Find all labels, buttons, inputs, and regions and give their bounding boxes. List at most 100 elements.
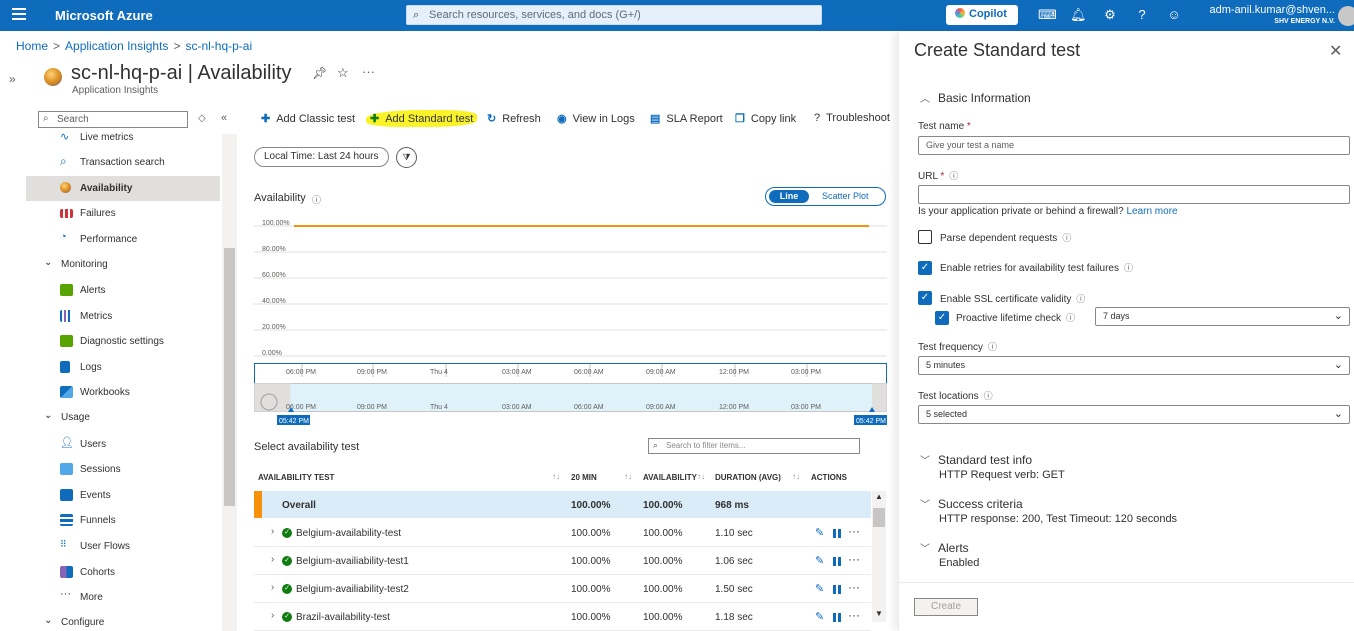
nav-group-configure[interactable]: ⌄ Configure	[26, 610, 220, 631]
section-alerts[interactable]: ﹀ Alerts	[920, 540, 969, 555]
scroll-up-icon[interactable]: ▲	[875, 492, 883, 501]
chevron-right-icon[interactable]: ›	[271, 526, 274, 537]
chevron-right-icon[interactable]: ›	[271, 554, 274, 565]
breadcrumb-home[interactable]: Home	[16, 39, 48, 53]
proactive-days-select[interactable]: 7 days ⌄	[1095, 307, 1350, 326]
cloud-shell-icon[interactable]: ⌨	[1038, 7, 1057, 23]
create-button[interactable]: Create	[914, 598, 978, 616]
copy-link-button[interactable]: ❐ Copy link	[735, 112, 796, 125]
nav-item-failures[interactable]: Failures	[26, 201, 220, 226]
feedback-icon[interactable]: ☺	[1166, 7, 1182, 23]
pause-icon[interactable]	[833, 557, 841, 566]
sort-icon[interactable]: ↑↓	[552, 472, 560, 481]
nav-search-input[interactable]: ⌕ Search	[38, 111, 188, 128]
add-filter-icon[interactable]: ⧩	[396, 147, 417, 168]
more-options-icon[interactable]: ···	[848, 608, 860, 622]
sort-icon[interactable]: ↑↓	[697, 472, 705, 481]
chevron-right-icon[interactable]: ›	[271, 610, 274, 621]
proactive-check-checkbox[interactable]: ✓	[935, 311, 949, 325]
section-standard-test-info[interactable]: ﹀ Standard test info	[920, 452, 1032, 467]
column-header-20min[interactable]: 20 MIN	[571, 473, 597, 482]
pause-icon[interactable]	[833, 529, 841, 538]
nav-item-users[interactable]: 👤︎ Users	[26, 432, 220, 457]
line-toggle-button[interactable]: Line	[769, 190, 809, 203]
edit-icon[interactable]: ✎	[815, 526, 824, 539]
more-options-icon[interactable]: ···	[848, 580, 860, 594]
table-row[interactable]: › ✓ Belgium-availiability-test2 100.00% 100.…	[254, 575, 871, 603]
nav-group-usage[interactable]: ⌄ Usage	[26, 405, 220, 430]
test-name-input[interactable]: Give your test a name	[918, 136, 1350, 155]
more-options-icon[interactable]: ···	[848, 524, 860, 538]
enable-ssl-checkbox[interactable]: ✓	[918, 291, 932, 305]
grid-scrollbar[interactable]: ▲ ▼	[872, 491, 886, 622]
section-basic-information[interactable]: ︿ Basic Information	[920, 90, 1031, 105]
chevron-right-icon[interactable]: ›	[271, 582, 274, 593]
scroll-down-icon[interactable]: ▼	[875, 609, 883, 618]
close-icon[interactable]: ✕	[1329, 41, 1342, 61]
add-standard-test-button[interactable]: ✚ Add Standard test	[366, 110, 478, 127]
edit-icon[interactable]: ✎	[815, 610, 824, 623]
table-row-overall[interactable]: Overall 100.00% 100.00% 968 ms	[254, 491, 871, 518]
nav-item-workbooks[interactable]: Workbooks	[26, 380, 220, 405]
table-row[interactable]: › ✓ Belgium-availability-test 100.00% 100.00…	[254, 519, 871, 547]
nav-item-diagnostic-settings[interactable]: Diagnostic settings	[26, 329, 220, 354]
url-input[interactable]	[918, 185, 1350, 204]
edit-icon[interactable]: ✎	[815, 582, 824, 595]
nav-scrollbar[interactable]	[222, 134, 237, 631]
nav-scrollbar-thumb[interactable]	[224, 248, 235, 506]
column-header-availability[interactable]: AVAILABILITY	[643, 473, 697, 482]
breadcrumb-resource[interactable]: sc-nl-hq-p-ai	[185, 39, 252, 53]
frequency-select[interactable]: 5 minutes ⌄	[918, 356, 1350, 375]
sort-icon[interactable]: ↑↓	[624, 472, 632, 481]
grid-scrollbar-thumb[interactable]	[873, 508, 885, 527]
nav-item-funnels[interactable]: Funnels	[26, 508, 220, 533]
edit-icon[interactable]: ✎	[815, 554, 824, 567]
scatter-toggle-button[interactable]: Scatter Plot	[822, 190, 869, 203]
hamburger-menu-icon[interactable]	[12, 8, 26, 20]
more-options-icon[interactable]: ···	[848, 552, 860, 566]
more-options-icon[interactable]: ···	[362, 64, 375, 79]
breadcrumb-app-insights[interactable]: Application Insights	[65, 39, 168, 53]
pause-icon[interactable]	[833, 613, 841, 622]
sla-report-button[interactable]: ▤ SLA Report	[650, 112, 723, 125]
section-success-criteria[interactable]: ﹀ Success criteria	[920, 496, 1023, 511]
add-classic-test-button[interactable]: ✚ Add Classic test	[261, 112, 355, 125]
nav-item-cohorts[interactable]: Cohorts	[26, 560, 220, 585]
sort-icon[interactable]: ↑↓	[792, 472, 800, 481]
column-header-duration[interactable]: DURATION (AVG)	[715, 473, 781, 482]
nav-item-transaction-search[interactable]: ⌕ Transaction search	[26, 150, 220, 175]
nav-item-live-metrics[interactable]: ∿ Live metrics	[26, 128, 220, 144]
nav-item-user-flows[interactable]: ⠿ User Flows	[26, 534, 220, 559]
enable-retries-checkbox[interactable]: ✓	[918, 261, 932, 275]
notifications-icon[interactable]: 🔔︎	[1070, 7, 1087, 23]
pin-icon[interactable]: 📌︎	[312, 66, 327, 80]
help-icon[interactable]: ?	[1134, 7, 1150, 23]
table-row[interactable]: › ✓ Brazil-availability-test 100.00% 100.00%…	[254, 603, 871, 631]
account-menu[interactable]: adm-anil.kumar@shven... SHV ENERGY N.V.	[1203, 4, 1336, 28]
column-header-test[interactable]: AVAILABILITY TEST	[258, 473, 334, 482]
nav-item-availability[interactable]: Availability	[26, 176, 220, 201]
nav-item-events[interactable]: Events	[26, 483, 220, 508]
nav-item-more[interactable]: ··· More	[26, 585, 220, 610]
nav-item-sessions[interactable]: Sessions	[26, 457, 220, 482]
view-in-logs-button[interactable]: ◉ View in Logs	[557, 112, 635, 125]
time-range-pill[interactable]: Local Time: Last 24 hours	[254, 147, 389, 167]
collapse-nav-icon[interactable]: «	[221, 112, 227, 124]
expand-menu-icon[interactable]: »	[9, 72, 16, 86]
nav-item-performance[interactable]: ◔ Performance	[26, 227, 220, 252]
locations-select[interactable]: 5 selected ⌄	[918, 405, 1350, 424]
troubleshoot-button[interactable]: ? Troubleshoot	[814, 112, 890, 124]
nav-item-alerts[interactable]: Alerts	[26, 278, 220, 303]
learn-more-link[interactable]: Learn more	[1126, 206, 1177, 217]
nav-group-monitoring[interactable]: ⌄ Monitoring	[26, 252, 220, 277]
global-search-input[interactable]: ⌕ Search resources, services, and docs (…	[406, 5, 822, 25]
nav-filter-icon[interactable]: ◇	[198, 113, 206, 124]
copilot-button[interactable]: Copilot	[946, 5, 1018, 25]
grid-filter-input[interactable]: ⌕ Search to filter items...	[648, 438, 860, 454]
settings-gear-icon[interactable]: ⚙	[1102, 7, 1118, 23]
brand-title[interactable]: Microsoft Azure	[55, 8, 153, 23]
refresh-button[interactable]: ↻ Refresh	[487, 112, 541, 125]
table-row[interactable]: › ✓ Belgium-availiability-test1 100.00% 100.…	[254, 547, 871, 575]
favorite-star-icon[interactable]: ☆	[337, 65, 349, 81]
nav-item-logs[interactable]: Logs	[26, 355, 220, 380]
